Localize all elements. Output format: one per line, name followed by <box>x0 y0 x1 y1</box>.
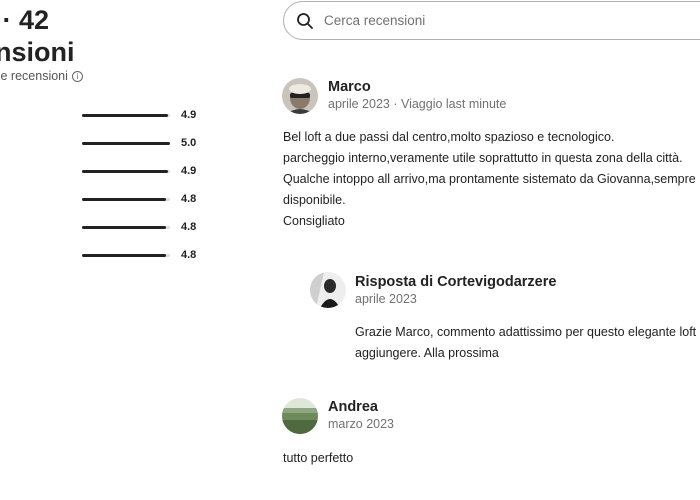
review-text-line: parcheggio interno,veramente utile sopra… <box>283 151 683 165</box>
category-bar <box>82 114 170 117</box>
category-rating: 5.0 <box>0 136 230 150</box>
category-bar-fill <box>82 226 167 229</box>
category-bar-fill <box>82 170 169 173</box>
rating-summary-panel: 0 · 42 ensioni ulle recensioni i 4.9 5.0… <box>0 0 240 500</box>
review-text-line: tutto perfetto <box>283 451 354 465</box>
category-bar-fill <box>82 114 169 117</box>
review-text-line: Qualche intoppo all arrivo,ma prontament… <box>283 172 696 186</box>
response-date: aprile 2023 <box>355 292 417 306</box>
reviewer-name: Marco <box>328 79 371 95</box>
reviewer-avatar[interactable] <box>282 398 318 434</box>
category-score: 5.0 <box>181 137 197 149</box>
category-bar <box>82 170 170 173</box>
category-rating: 4.8 <box>0 192 230 206</box>
category-rating: e 4.9 <box>0 164 230 178</box>
category-bar <box>82 142 170 145</box>
category-bar-fill <box>82 142 170 145</box>
review-info-text: ulle recensioni <box>0 69 68 83</box>
category-bar-fill <box>82 254 167 257</box>
category-score: 4.9 <box>181 165 197 177</box>
rating-heading: 0 · 42 <box>0 5 50 35</box>
category-score: 4.8 <box>181 193 197 205</box>
search-box[interactable] <box>283 1 700 40</box>
category-score: 4.9 <box>181 109 197 121</box>
review-info-link[interactable]: ulle recensioni i <box>0 69 83 83</box>
response-text-line: Grazie Marco, commento adattissimo per q… <box>355 325 697 339</box>
category-score: 4.8 <box>181 249 197 261</box>
category-rating: 4.9 <box>0 108 230 122</box>
review-text-line: Bel loft a due passi dal centro,molto sp… <box>283 130 615 144</box>
category-rating: 4.8 <box>0 220 230 234</box>
response-text-line: aggiungere. Alla prossima <box>355 346 499 360</box>
review-meta: marzo 2023 <box>328 417 395 431</box>
response-title: Risposta di Cortevigodarzere <box>355 274 557 290</box>
category-rating: o 4.8 <box>0 248 230 262</box>
category-bar <box>82 198 170 201</box>
host-avatar[interactable] <box>310 272 346 308</box>
rating-heading-count: ensioni <box>0 37 75 67</box>
reviewer-name: Andrea <box>328 399 378 415</box>
review-text-line: disponibile. <box>283 193 346 207</box>
category-bar <box>82 254 170 257</box>
reviewer-avatar[interactable] <box>282 78 318 114</box>
search-icon <box>296 12 314 30</box>
category-bar <box>82 226 170 229</box>
search-input[interactable] <box>324 13 700 28</box>
category-score: 4.8 <box>181 221 197 233</box>
review-text-line: Consigliato <box>283 214 345 228</box>
category-bar-fill <box>82 198 167 201</box>
review-meta: aprile 2023 · Viaggio last minute <box>328 97 507 111</box>
info-icon: i <box>71 70 83 82</box>
